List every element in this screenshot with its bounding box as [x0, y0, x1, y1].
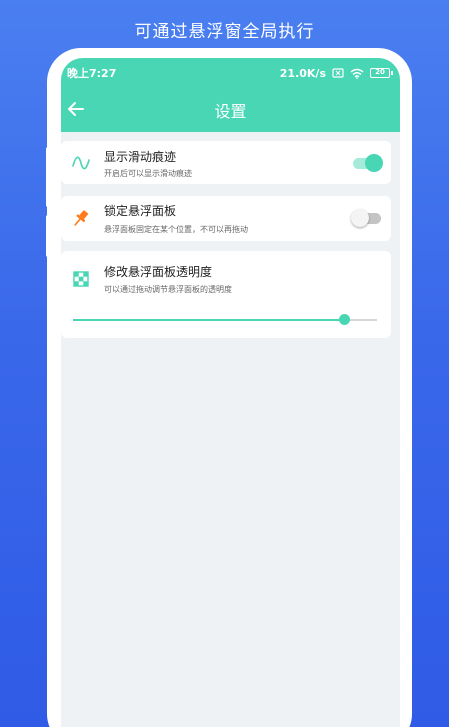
slider-fill: [73, 319, 344, 321]
status-time: 晚上7:27: [67, 67, 117, 80]
setting-label: 修改悬浮面板透明度: [104, 265, 213, 279]
toggle-knob: [351, 209, 369, 227]
setting-description: 开启后可以显示滑动痕迹: [104, 169, 192, 178]
setting-label: 显示滑动痕迹: [104, 150, 177, 164]
setting-description: 悬浮面板固定在某个位置，不可以再拖动: [104, 225, 248, 234]
checkerboard-icon: [73, 271, 89, 287]
swipe-trail-toggle[interactable]: [351, 153, 383, 173]
setting-show-swipe-trail: 显示滑动痕迹 开启后可以显示滑动痕迹: [61, 141, 391, 184]
status-bar: 晚上7:27 21.0K/s 20: [61, 58, 400, 88]
wifi-icon: [350, 68, 364, 79]
title-bar: 设置: [61, 88, 400, 132]
lock-panel-toggle[interactable]: [351, 208, 383, 228]
slider-thumb[interactable]: [338, 314, 350, 325]
setting-description: 可以通过拖动调节悬浮面板的透明度: [104, 285, 232, 294]
page-title: 设置: [214, 102, 247, 121]
wave-icon: [72, 156, 90, 170]
battery-icon: 20: [370, 68, 393, 78]
setting-lock-panel: 锁定悬浮面板 悬浮面板固定在某个位置，不可以再拖动: [61, 196, 391, 241]
pin-icon: [74, 210, 89, 226]
setting-label: 锁定悬浮面板: [104, 204, 177, 218]
phone-screen: 晚上7:27 21.0K/s 20 设置 显示滑动痕迹 开启后可以显示滑动痕迹 …: [61, 58, 400, 727]
sim-off-icon: [332, 68, 344, 78]
back-button[interactable]: [64, 97, 88, 121]
opacity-slider[interactable]: [73, 313, 377, 327]
app-bar: 晚上7:27 21.0K/s 20 设置: [61, 58, 400, 132]
status-indicators: 21.0K/s 20: [279, 66, 393, 80]
network-speed: 21.0K/s: [279, 66, 326, 80]
toggle-knob: [365, 154, 383, 172]
promo-headline: 可通过悬浮窗全局执行: [134, 22, 315, 42]
